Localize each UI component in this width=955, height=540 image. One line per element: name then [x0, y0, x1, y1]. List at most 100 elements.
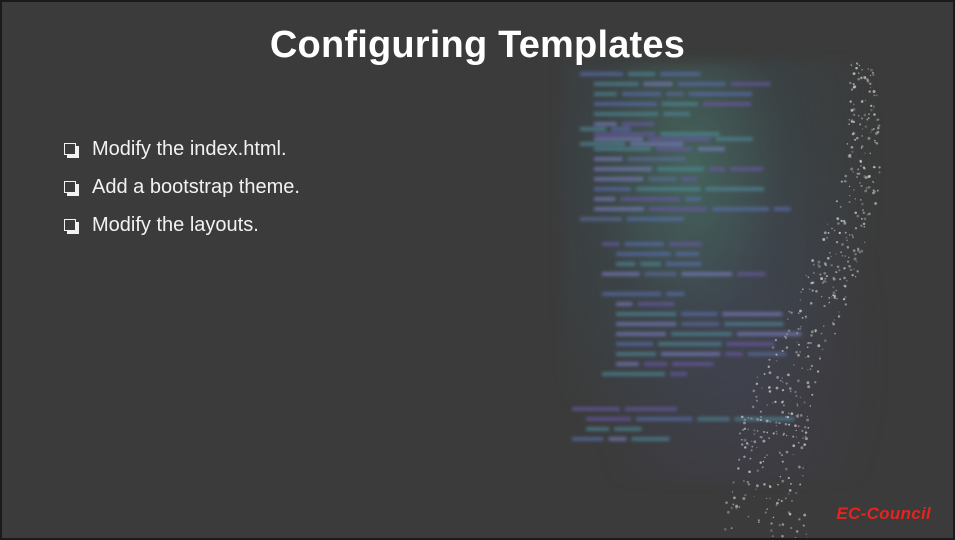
particle-decoration — [835, 271, 838, 274]
particle-decoration — [785, 346, 789, 349]
particle-decoration — [765, 497, 768, 500]
particle-decoration — [809, 341, 813, 345]
particle-decoration — [809, 368, 812, 371]
particle-decoration — [852, 249, 856, 253]
particle-decoration — [799, 414, 803, 417]
code-line-decoration — [666, 292, 685, 296]
ec-council-logo: EC-Council — [836, 504, 931, 523]
code-line-decoration — [666, 92, 684, 96]
particle-decoration — [798, 518, 801, 521]
particle-decoration — [852, 171, 854, 173]
code-line-decoration — [643, 362, 668, 366]
particle-decoration — [785, 416, 787, 418]
particle-decoration — [749, 457, 752, 460]
particle-decoration — [850, 145, 854, 149]
code-line-decoration — [586, 417, 631, 421]
particle-decoration — [871, 72, 875, 76]
particle-decoration — [824, 277, 827, 280]
particle-decoration — [775, 386, 779, 390]
particle-decoration — [775, 425, 777, 427]
particle-decoration — [778, 523, 781, 527]
particle-decoration — [832, 286, 835, 289]
particle-decoration — [811, 289, 814, 292]
particle-decoration — [796, 332, 799, 335]
particle-decoration — [843, 267, 846, 270]
particle-decoration — [847, 154, 851, 158]
particle-decoration — [869, 74, 872, 77]
particle-decoration — [776, 501, 779, 505]
particle-decoration — [745, 442, 749, 445]
code-line-decoration — [624, 407, 677, 411]
code-line-decoration — [594, 137, 644, 141]
particle-decoration — [855, 260, 858, 263]
code-line-decoration — [594, 92, 617, 96]
particle-decoration — [848, 201, 851, 204]
particle-decoration — [850, 167, 854, 171]
particle-decoration — [780, 453, 784, 457]
particle-decoration — [860, 184, 863, 188]
particle-decoration — [738, 458, 741, 461]
code-line-decoration — [640, 262, 661, 266]
particle-decoration — [796, 415, 799, 417]
particle-decoration — [832, 294, 835, 297]
particle-decoration — [868, 174, 871, 178]
particle-decoration — [803, 513, 807, 517]
particle-decoration — [831, 227, 833, 230]
background-particles — [702, 61, 952, 538]
code-line-decoration — [616, 252, 671, 256]
particle-decoration — [872, 90, 876, 93]
particle-decoration — [850, 88, 854, 91]
particle-decoration — [743, 438, 747, 442]
particle-decoration — [812, 263, 815, 266]
particle-decoration — [775, 421, 778, 424]
particle-decoration — [873, 106, 875, 109]
particle-decoration — [750, 449, 753, 452]
particle-decoration — [802, 475, 804, 477]
code-line-decoration — [621, 92, 662, 96]
particle-decoration — [849, 100, 852, 103]
particle-decoration — [826, 237, 828, 239]
particle-decoration — [786, 434, 788, 437]
particle-decoration — [799, 325, 802, 328]
particle-decoration — [844, 296, 847, 298]
particle-decoration — [820, 277, 824, 281]
code-line-decoration — [616, 312, 677, 316]
particle-decoration — [787, 318, 789, 320]
particle-decoration — [859, 160, 862, 163]
particle-decoration — [775, 360, 778, 362]
particle-decoration — [772, 432, 775, 435]
code-line-decoration — [594, 187, 632, 191]
particle-decoration — [746, 480, 749, 484]
particle-decoration — [776, 430, 778, 432]
particle-decoration — [790, 526, 793, 530]
particle-decoration — [825, 275, 828, 278]
particle-decoration — [737, 467, 740, 470]
particle-decoration — [853, 103, 855, 106]
particle-decoration — [870, 68, 873, 72]
code-line-decoration — [635, 417, 693, 421]
bullet-item: Modify the layouts. — [64, 206, 300, 244]
particle-decoration — [830, 263, 833, 267]
particle-decoration — [854, 252, 857, 256]
code-line-decoration — [628, 72, 656, 76]
code-line-decoration — [620, 197, 681, 201]
particle-decoration — [860, 224, 862, 227]
code-line-decoration — [621, 122, 655, 126]
particle-decoration — [753, 432, 756, 436]
particle-decoration — [794, 390, 797, 394]
code-line-decoration — [660, 72, 701, 76]
particle-decoration — [812, 271, 815, 275]
code-line-decoration — [661, 102, 698, 106]
particle-decoration — [795, 350, 798, 354]
particle-decoration — [860, 76, 862, 79]
code-line-decoration — [675, 252, 699, 256]
particle-decoration — [843, 180, 846, 182]
particle-decoration — [863, 167, 866, 170]
code-line-decoration — [669, 372, 687, 376]
particle-decoration — [858, 72, 860, 74]
particle-decoration — [733, 496, 736, 500]
particle-decoration — [806, 415, 809, 418]
particle-decoration — [856, 176, 858, 178]
particle-decoration — [864, 125, 867, 128]
code-line-decoration — [669, 242, 702, 246]
